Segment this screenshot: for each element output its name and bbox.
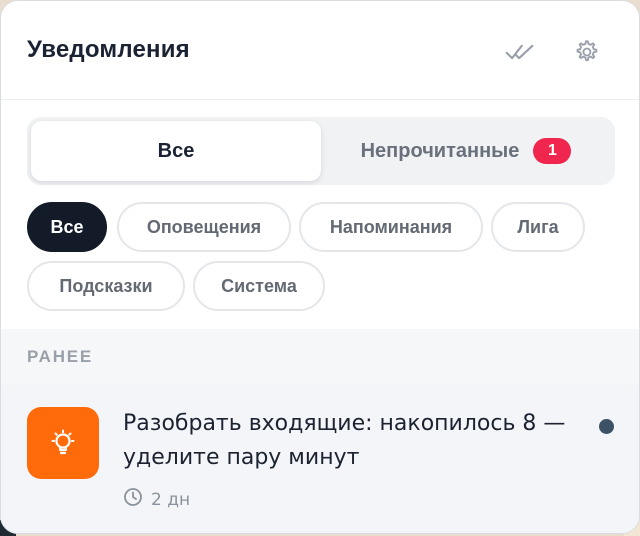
filter-chip-reminders[interactable]: Напоминания <box>299 202 483 252</box>
gear-icon[interactable] <box>571 37 601 67</box>
panel-header: Уведомления <box>1 1 639 100</box>
filter-chip-label: Все <box>50 216 84 237</box>
notification-time-label: 2 дн <box>151 489 191 510</box>
notification-text: Разобрать входящие: накопилось 8 — удели… <box>123 411 566 470</box>
tab-all-label: Все <box>157 139 195 162</box>
unread-indicator <box>599 419 614 434</box>
filter-chip-alerts[interactable]: Оповещения <box>117 202 291 252</box>
tab-unread-label: Непрочитанные <box>360 139 520 162</box>
notifications-panel: Уведомления Все Непрочитанные 1 Все Опов… <box>0 0 640 534</box>
filter-chip-label: Оповещения <box>146 216 262 237</box>
filter-chip-label: Система <box>221 275 297 296</box>
filter-chip-tips[interactable]: Подсказки <box>27 261 185 311</box>
tab-switcher: Все Непрочитанные 1 <box>27 117 615 185</box>
unread-count-badge: 1 <box>533 138 572 164</box>
lightbulb-icon <box>27 407 99 479</box>
filter-chip-system[interactable]: Система <box>193 261 325 311</box>
notification-item[interactable]: Разобрать входящие: накопилось 8 — удели… <box>1 385 639 533</box>
clock-icon <box>123 487 143 512</box>
tab-all[interactable]: Все <box>31 121 321 181</box>
notification-time: 2 дн <box>123 487 190 512</box>
filter-chip-label: Напоминания <box>329 216 453 237</box>
filter-chip-label: Подсказки <box>59 275 153 296</box>
filter-chip-label: Лига <box>517 216 559 237</box>
section-header-earlier: РАНЕЕ <box>1 329 639 385</box>
panel-title: Уведомления <box>27 36 190 63</box>
filter-chip-league[interactable]: Лига <box>491 202 585 252</box>
filter-chip-all[interactable]: Все <box>27 202 107 252</box>
double-check-icon[interactable] <box>505 37 535 67</box>
tab-unread[interactable]: Непрочитанные 1 <box>321 121 611 181</box>
